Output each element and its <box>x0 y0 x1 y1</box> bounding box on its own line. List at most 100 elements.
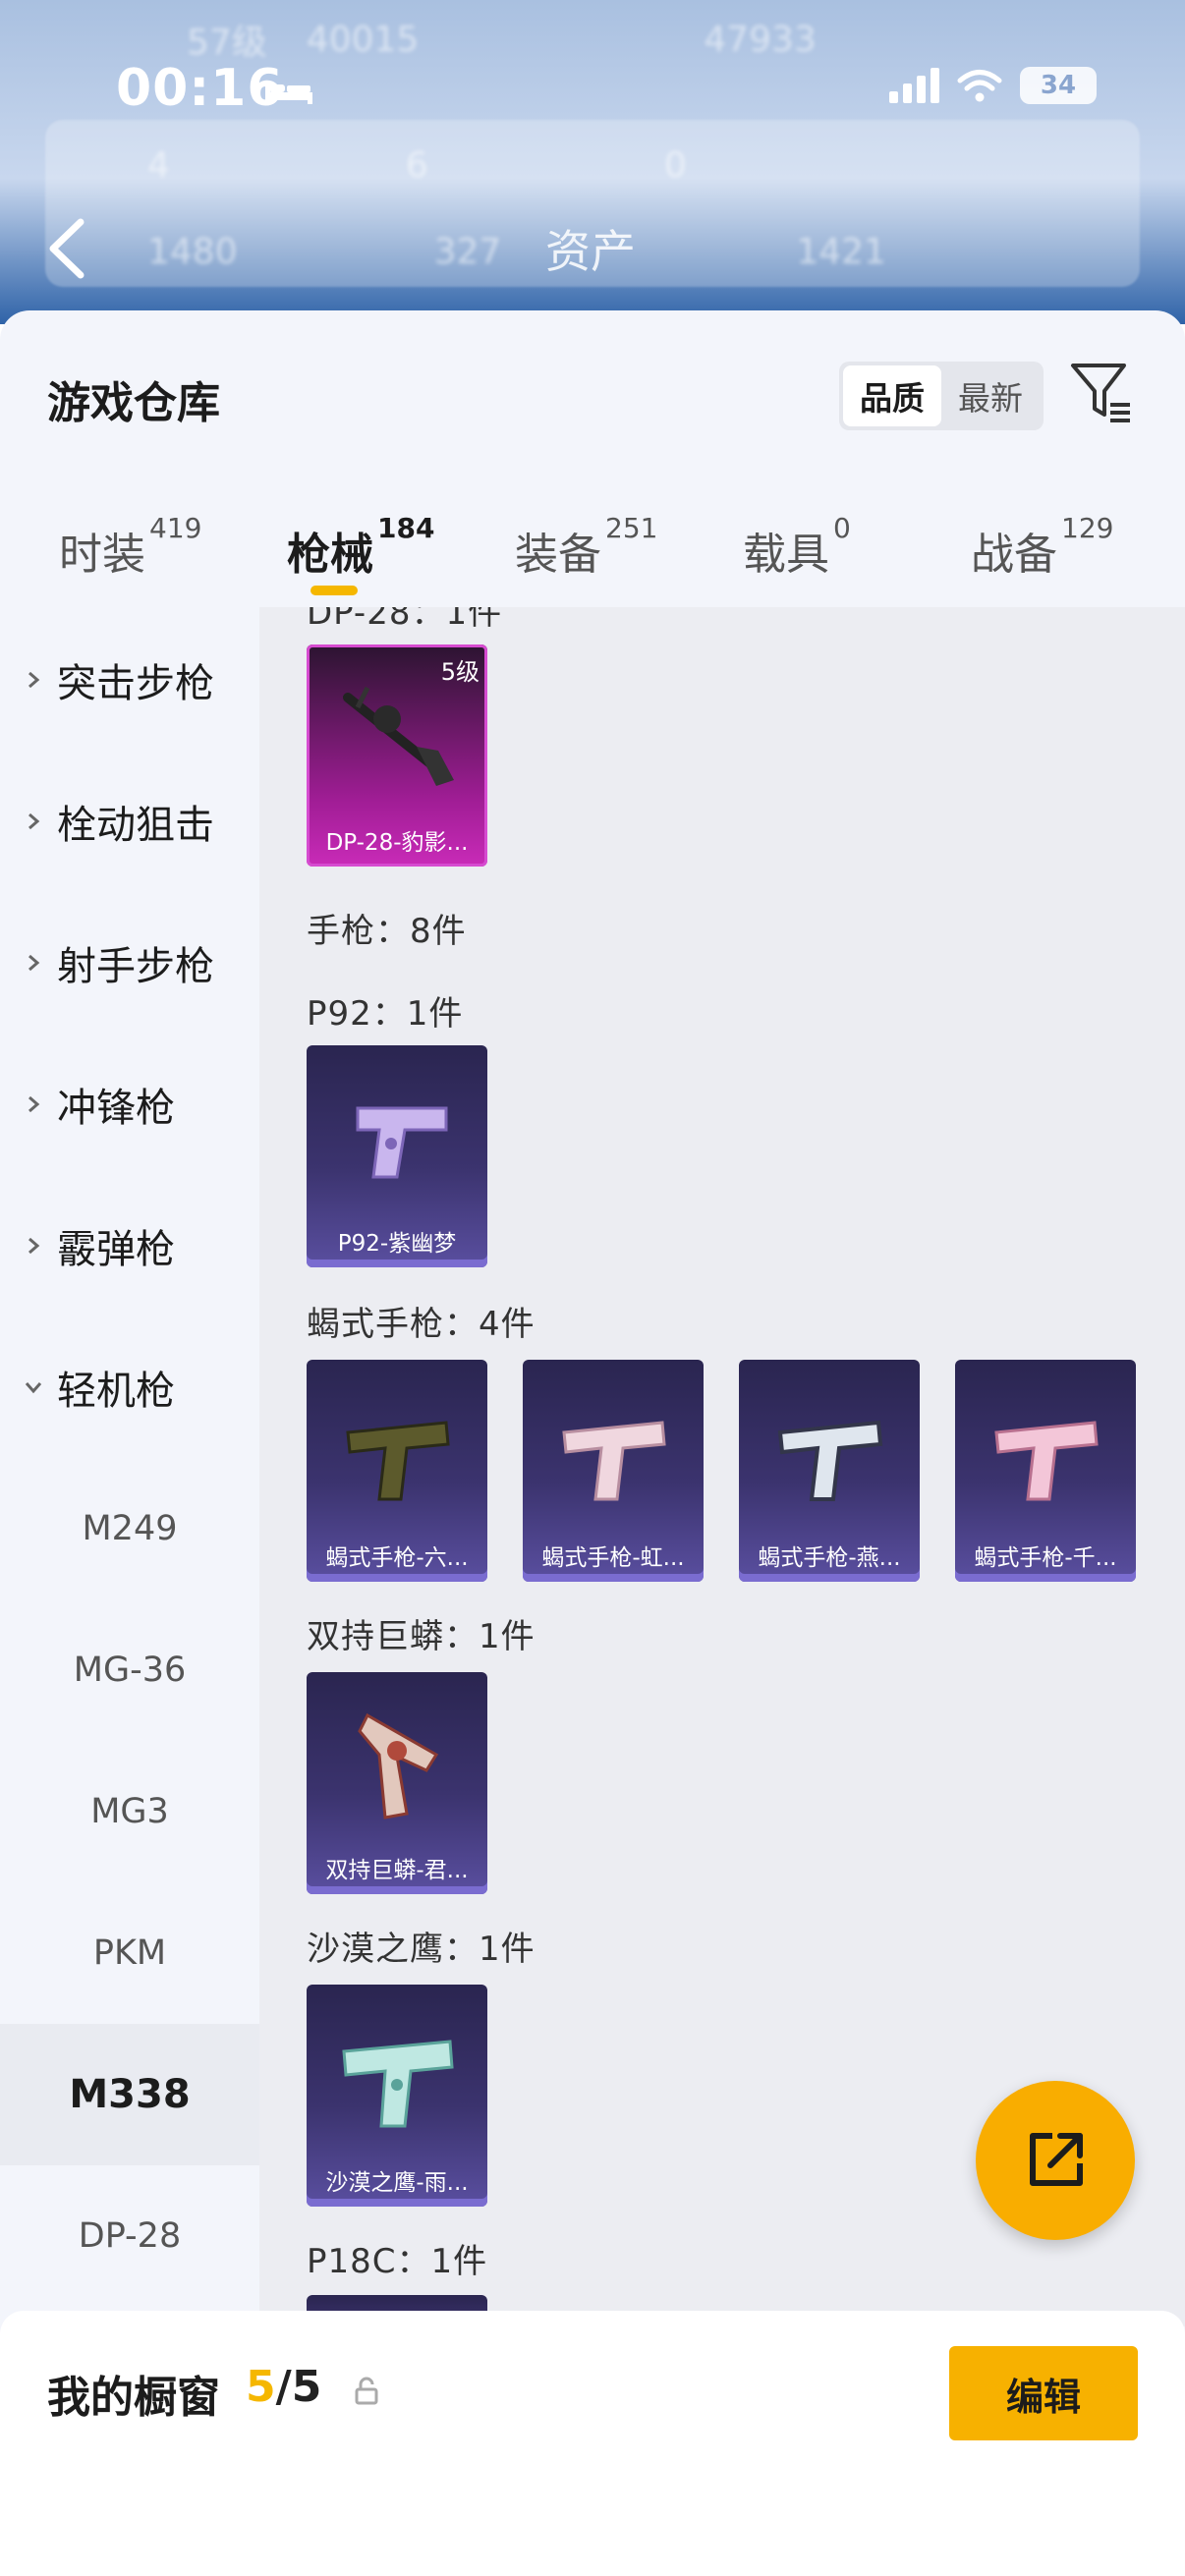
category-bolt-sniper[interactable]: 栓动狙击 <box>0 751 259 892</box>
skin-card-scorpion[interactable]: 蝎式手枪-虹... <box>523 1360 704 1582</box>
group-header-dp28: DP-28：1件 <box>307 607 503 633</box>
bg-coins: 40015 <box>306 19 420 60</box>
bg-stat: 327 <box>433 232 502 272</box>
warehouse-sheet: 游戏仓库 品质 最新 时装 419 枪械 184 装备 251 载具 0 战备 129 突 <box>0 310 1185 2576</box>
skin-card-dp28[interactable]: 5级 DP-28-豹影... <box>307 644 487 867</box>
back-arrow-icon[interactable] <box>43 214 92 283</box>
category-marksman-rifle[interactable]: 射手步枪 <box>0 892 259 1034</box>
skin-name: 沙漠之鹰-雨... <box>325 2170 469 2196</box>
category-label: 突击步枪 <box>57 661 214 706</box>
tab-count: 129 <box>1061 512 1114 544</box>
category-tabs: 时装 419 枪械 184 装备 251 载具 0 战备 129 <box>0 497 1185 605</box>
cellular-signal-icon <box>889 68 939 103</box>
tab-label: 载具 <box>743 530 829 580</box>
tab-count: 0 <box>833 512 851 544</box>
sort-quality-button[interactable]: 品质 <box>843 365 941 426</box>
skin-name: 双持巨蟒-君... <box>325 1858 469 1883</box>
group-header-p18c: P18C：1件 <box>307 2242 488 2281</box>
group-header-dual-python: 双持巨蟒：1件 <box>307 1617 536 1656</box>
chevron-right-icon <box>28 812 40 830</box>
skin-name: 蝎式手枪-燕... <box>758 1545 901 1571</box>
sort-segmented-control: 品质 最新 <box>839 362 1044 430</box>
tab-equipment[interactable]: 装备 251 <box>515 515 657 582</box>
skin-name: 蝎式手枪-千... <box>974 1545 1117 1571</box>
tab-label: 时装 <box>59 530 145 580</box>
wifi-icon <box>957 70 1002 102</box>
pistol-skin-image <box>346 1421 450 1501</box>
sleep-mode-icon <box>265 81 312 104</box>
chevron-down-icon <box>25 1382 42 1394</box>
status-time: 00:16 <box>116 59 284 118</box>
chevron-right-icon <box>28 671 40 689</box>
bg-stat: 6 <box>405 145 428 186</box>
tab-vehicles[interactable]: 载具 0 <box>743 515 851 582</box>
showcase-bar: 我的橱窗 5/5 编辑 <box>0 2311 1185 2576</box>
bg-stats-row1: 4 6 0 <box>147 145 1185 186</box>
subcategory-m249[interactable]: M249 <box>0 1458 259 1599</box>
category-label: 射手步枪 <box>57 944 214 989</box>
background-header: 57级 40015 47933 4 6 0 1480 327 1421 00:1… <box>0 0 1185 324</box>
category-lmg[interactable]: 轻机枪 <box>0 1316 259 1458</box>
chevron-right-icon <box>28 954 40 972</box>
skin-content-panel: DP-28：1件 5级 DP-28-豹影... 手枪：8件 P92：1件 P92… <box>259 607 1185 2326</box>
showcase-total: /5 <box>275 2362 322 2412</box>
bg-score: 47933 <box>704 19 817 60</box>
battery-indicator: 34 <box>1020 67 1097 104</box>
skin-card-scorpion[interactable]: 蝎式手枪-千... <box>955 1360 1136 1582</box>
share-fab[interactable] <box>976 2081 1135 2240</box>
active-tab-indicator <box>310 586 358 595</box>
showcase-count: 5/5 <box>246 2362 321 2412</box>
category-label: 霰弹枪 <box>57 1227 175 1272</box>
group-header-pistol: 手枪：8件 <box>307 912 467 951</box>
bg-stat: 1480 <box>147 232 238 272</box>
tab-label: 战备 <box>971 530 1057 580</box>
subcategory-mg36[interactable]: MG-36 <box>0 1599 259 1741</box>
subcategory-mg3[interactable]: MG3 <box>0 1741 259 1882</box>
lock-icon <box>355 2377 378 2405</box>
skin-card-scorpion[interactable]: 蝎式手枪-六... <box>307 1360 487 1582</box>
tab-supplies[interactable]: 战备 129 <box>971 515 1113 582</box>
tab-firearms[interactable]: 枪械 184 <box>287 515 434 582</box>
showcase-current: 5 <box>246 2362 276 2412</box>
bg-stat: 4 <box>147 145 170 186</box>
pistol-skin-image <box>994 1421 1099 1501</box>
pistol-skin-image <box>562 1421 666 1501</box>
group-header-p92: P92：1件 <box>307 994 464 1034</box>
subcategory-dp28[interactable]: DP-28 <box>0 2165 259 2307</box>
category-shotgun[interactable]: 霰弹枪 <box>0 1175 259 1316</box>
skin-card-dual-python[interactable]: 双持巨蟒-君... <box>307 1672 487 1894</box>
sheet-title: 游戏仓库 <box>47 378 220 428</box>
skin-card-deagle[interactable]: 沙漠之鹰-雨... <box>307 1985 487 2207</box>
bg-stat: 1421 <box>796 232 886 272</box>
bg-profile-row: 57级 40015 47933 <box>187 14 1185 65</box>
showcase-title: 我的橱窗 <box>47 2373 220 2423</box>
tab-count: 251 <box>605 512 658 544</box>
lmg-skin-image <box>343 686 454 786</box>
pistol-skin-image <box>342 2040 454 2128</box>
edit-button[interactable]: 编辑 <box>949 2346 1138 2440</box>
status-right: 34 <box>889 67 1097 104</box>
skin-name: 蝎式手枪-六... <box>325 1545 469 1571</box>
chevron-right-icon <box>28 1237 40 1255</box>
filter-icon[interactable] <box>1069 360 1134 424</box>
tab-count: 184 <box>377 512 435 544</box>
group-header-scorpion: 蝎式手枪：4件 <box>307 1305 536 1344</box>
skin-card-scorpion[interactable]: 蝎式手枪-燕... <box>739 1360 920 1582</box>
category-label: 冲锋枪 <box>57 1086 175 1131</box>
skin-card-p92[interactable]: P92-紫幽梦 <box>307 1045 487 1267</box>
revolver-skin-image <box>358 1712 439 1820</box>
subcategory-m338[interactable]: M338 <box>0 2024 259 2165</box>
category-smg[interactable]: 冲锋枪 <box>0 1034 259 1175</box>
pistol-skin-image <box>356 1106 448 1179</box>
skin-name: P92-紫幽梦 <box>337 1231 457 1257</box>
category-assault-rifle[interactable]: 突击步枪 <box>0 609 259 751</box>
skin-name: DP-28-豹影... <box>325 830 469 856</box>
tab-fashion[interactable]: 时装 419 <box>59 515 201 582</box>
category-label: 栓动狙击 <box>57 803 214 848</box>
pistol-skin-image <box>777 1420 883 1501</box>
tab-label: 枪械 <box>287 530 373 580</box>
sort-latest-button[interactable]: 最新 <box>941 365 1040 426</box>
page-title: 资产 <box>545 225 636 278</box>
subcategory-pkm[interactable]: PKM <box>0 1882 259 2024</box>
group-header-deagle: 沙漠之鹰：1件 <box>307 1930 536 1969</box>
